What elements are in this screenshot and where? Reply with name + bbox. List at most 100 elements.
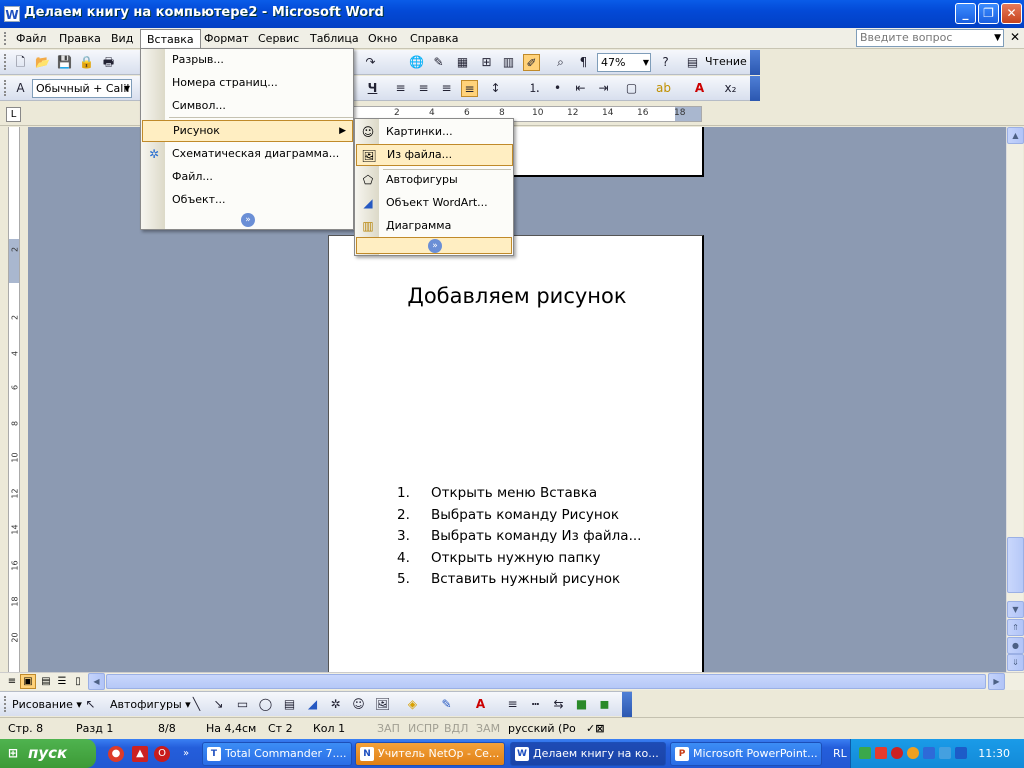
arrow-icon[interactable]: ↘ — [210, 696, 227, 713]
drawing-menu-button[interactable]: Рисование ▾ — [12, 698, 82, 711]
underline-icon[interactable]: Ч — [364, 80, 381, 97]
dash-style-icon[interactable]: ┅ — [527, 696, 544, 713]
picture-icon[interactable]: 🖼 — [374, 696, 391, 713]
toolbar-options-icon[interactable] — [622, 692, 632, 717]
font-color-icon[interactable]: A — [691, 80, 708, 97]
arrow-style-icon[interactable]: ⇆ — [550, 696, 567, 713]
tab-selector[interactable]: L — [6, 107, 21, 122]
print-layout-icon[interactable]: ▤ — [38, 674, 54, 689]
permission-icon[interactable]: 🔒 — [78, 54, 95, 71]
document-map-icon[interactable]: ⌕ — [552, 54, 569, 71]
highlight-icon[interactable]: ab — [655, 80, 672, 97]
line-icon[interactable]: ╲ — [188, 696, 205, 713]
scroll-down-icon[interactable]: ▼ — [1007, 601, 1024, 618]
fill-color-icon[interactable]: ◈ — [404, 696, 421, 713]
scroll-up-icon[interactable]: ▲ — [1007, 127, 1024, 144]
menu-item-diagram[interactable]: ✲ Схематическая диаграмма... — [142, 143, 352, 165]
menu-item-autoshapes[interactable]: ⬠ Автофигуры — [356, 169, 512, 191]
zoom-select[interactable]: 47% ▼ — [597, 53, 651, 72]
spelling-status-icon[interactable]: ✓⊠ — [586, 722, 604, 735]
save-icon[interactable]: 💾 — [56, 54, 73, 71]
chevron-down-icon[interactable]: ▼ — [124, 80, 130, 97]
line-spacing-icon[interactable]: ↕ — [487, 80, 504, 97]
menu-table[interactable]: Таблица — [304, 29, 365, 48]
task-powerpoint[interactable]: P Microsoft PowerPoint... — [670, 742, 822, 766]
chrome-icon[interactable]: ● — [108, 746, 124, 762]
menu-item-from-file[interactable]: 🖼 Из файла... — [356, 144, 513, 166]
drawing-toggle-icon[interactable]: ✐ — [523, 54, 540, 71]
new-document-icon[interactable]: 🗋 — [12, 54, 29, 71]
insert-table-icon[interactable]: ▦ — [454, 54, 471, 71]
menu-view[interactable]: Вид — [105, 29, 139, 48]
clipart-icon[interactable]: ☺ — [350, 696, 367, 713]
start-button[interactable]: ⊞ пуск — [0, 739, 96, 768]
submenu-expand-bar[interactable]: » — [356, 237, 512, 254]
toolbar-options-icon[interactable] — [750, 50, 760, 75]
menu-item-object[interactable]: Объект... — [142, 189, 352, 211]
document-close-icon[interactable]: ✕ — [1010, 30, 1020, 44]
quick-launch-more-icon[interactable]: » — [178, 746, 194, 762]
toolbar-grip[interactable] — [4, 696, 7, 712]
acrobat-icon[interactable]: ▲ — [132, 746, 148, 762]
menu-item-symbol[interactable]: Символ... — [142, 95, 352, 117]
security-icon[interactable] — [875, 747, 887, 759]
task-total-commander[interactable]: T Total Commander 7.... — [202, 742, 352, 766]
task-netop[interactable]: N Учитель NetOp - Се... — [355, 742, 505, 766]
select-objects-icon[interactable]: ↖ — [82, 696, 99, 713]
shadow-icon[interactable]: ■ — [573, 696, 590, 713]
browse-object-icon[interactable]: ● — [1007, 637, 1024, 654]
status-ovr[interactable]: ЗАМ — [476, 722, 500, 735]
open-folder-icon[interactable]: 📂 — [34, 54, 51, 71]
expand-menu-icon[interactable]: » — [428, 239, 442, 253]
autoshapes-menu-button[interactable]: Автофигуры ▾ — [110, 698, 191, 711]
help-icon[interactable]: ? — [657, 54, 674, 71]
status-trk[interactable]: ИСПР — [408, 722, 439, 735]
oval-icon[interactable]: ◯ — [257, 696, 274, 713]
menu-item-clipart[interactable]: ☺ Картинки... — [356, 121, 512, 143]
minimize-button[interactable]: _ — [955, 3, 976, 24]
tables-borders-icon[interactable]: ✎ — [430, 54, 447, 71]
web-view-icon[interactable]: ▣ — [20, 674, 36, 689]
outline-view-icon[interactable]: ☰ — [54, 674, 70, 689]
chevron-down-icon[interactable]: ▼ — [643, 54, 649, 71]
next-page-icon[interactable]: ⇓ — [1007, 654, 1024, 671]
scroll-thumb[interactable] — [1007, 537, 1024, 593]
antivirus-icon[interactable] — [891, 747, 903, 759]
vertical-scrollbar[interactable]: ▲ ▼ ⇑ ● ⇓ — [1006, 127, 1024, 672]
reading-view-icon[interactable]: ▯ — [70, 674, 86, 689]
toolbar-grip[interactable] — [4, 54, 7, 70]
menu-item-page-numbers[interactable]: Номера страниц... — [142, 72, 352, 94]
3d-icon[interactable]: ◼ — [596, 696, 613, 713]
status-ext[interactable]: ВДЛ — [444, 722, 468, 735]
subscript-icon[interactable]: x₂ — [722, 80, 739, 97]
menu-tools[interactable]: Сервис — [252, 29, 305, 48]
ask-question-input[interactable]: Введите вопрос ▼ — [856, 29, 1004, 47]
justify-icon[interactable]: ≡ — [461, 80, 478, 97]
wordart-icon[interactable]: ◢ — [304, 696, 321, 713]
borders-icon[interactable]: ▢ — [623, 80, 640, 97]
toolbar-grip[interactable] — [4, 32, 7, 45]
menu-window[interactable]: Окно — [362, 29, 403, 48]
menu-format[interactable]: Формат — [198, 29, 255, 48]
decrease-indent-icon[interactable]: ⇤ — [572, 80, 589, 97]
show-formatting-icon[interactable]: ¶ — [575, 54, 592, 71]
menu-item-break[interactable]: Разрыв... — [142, 49, 352, 71]
status-rec[interactable]: ЗАП — [377, 722, 400, 735]
scroll-right-icon[interactable]: ▶ — [988, 673, 1005, 690]
scroll-left-icon[interactable]: ◀ — [88, 673, 105, 690]
print-icon[interactable]: 🖶 — [100, 54, 117, 71]
read-mode-label[interactable]: Чтение — [705, 55, 747, 68]
redo-icon[interactable]: ↷ — [362, 54, 379, 71]
menu-edit[interactable]: Правка — [53, 29, 107, 48]
monitor-icon[interactable] — [955, 747, 967, 759]
network-icon[interactable] — [859, 747, 871, 759]
normal-view-icon[interactable]: ≡ — [4, 674, 20, 689]
font-color-icon[interactable]: A — [472, 696, 489, 713]
textbox-icon[interactable]: ▤ — [281, 696, 298, 713]
columns-icon[interactable]: ▥ — [500, 54, 517, 71]
update-icon[interactable] — [907, 747, 919, 759]
line-color-icon[interactable]: ✎ — [438, 696, 455, 713]
expand-menu-icon[interactable]: » — [241, 213, 255, 227]
numbering-icon[interactable]: ⒈ — [526, 80, 543, 97]
menu-item-chart[interactable]: ▥ Диаграмма — [356, 215, 512, 237]
